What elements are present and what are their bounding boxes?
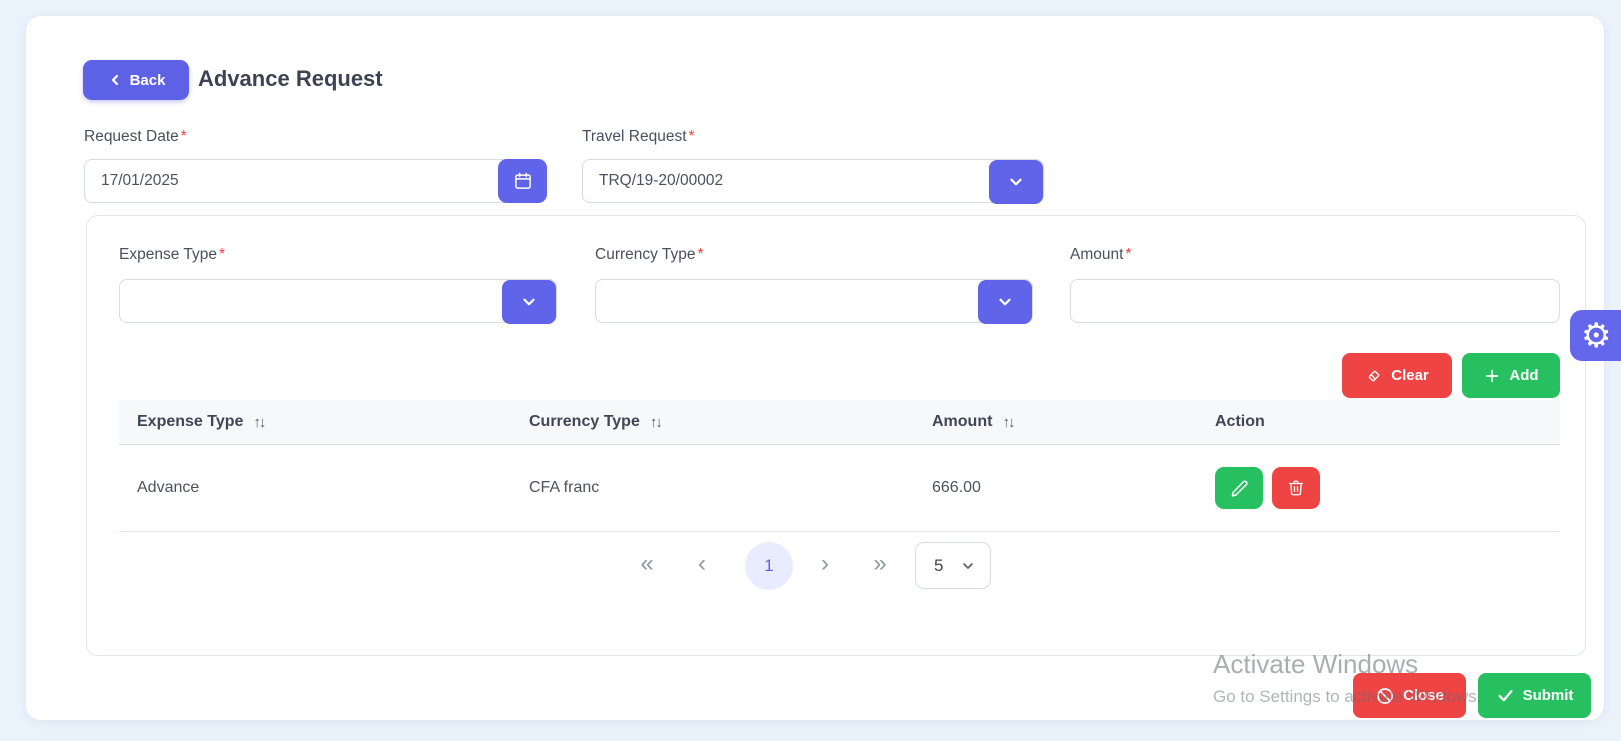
currency-type-select[interactable] bbox=[595, 279, 1033, 323]
travel-request-dropdown-button[interactable] bbox=[989, 160, 1043, 204]
pagination-page-1[interactable]: 1 bbox=[745, 542, 793, 590]
travel-request-select[interactable]: TRQ/19-20/00002 bbox=[582, 159, 1044, 203]
chevron-down-icon bbox=[1007, 173, 1025, 191]
close-button-label: Close bbox=[1403, 687, 1444, 704]
sort-icon[interactable]: ↑↓ bbox=[253, 414, 264, 431]
expense-table: Expense Type ↑↓ Currency Type ↑↓ Amount … bbox=[119, 400, 1560, 532]
main-card: Back Advance Request Request Date* Trave… bbox=[25, 15, 1605, 721]
currency-type-label: Currency Type* bbox=[595, 246, 704, 264]
page-title: Advance Request bbox=[198, 66, 383, 92]
eraser-icon bbox=[1365, 367, 1383, 385]
cell-currency-type: CFA franc bbox=[511, 479, 914, 497]
cell-amount: 666.00 bbox=[914, 479, 1197, 497]
page-size-value: 5 bbox=[934, 556, 943, 576]
pagination-last-button[interactable]: » bbox=[866, 546, 894, 582]
gear-icon: ⚙ bbox=[1581, 319, 1611, 353]
table-header-row: Expense Type ↑↓ Currency Type ↑↓ Amount … bbox=[119, 400, 1560, 445]
calendar-icon bbox=[513, 171, 533, 191]
settings-button[interactable]: ⚙ bbox=[1570, 310, 1621, 361]
plus-icon bbox=[1483, 367, 1501, 385]
expense-type-value bbox=[120, 279, 556, 323]
request-date-input[interactable] bbox=[84, 159, 547, 203]
pagination-prev-button[interactable]: ‹ bbox=[688, 546, 716, 582]
cell-expense-type: Advance bbox=[119, 479, 511, 497]
column-header-action: Action bbox=[1197, 413, 1560, 431]
amount-label: Amount* bbox=[1070, 246, 1131, 264]
column-header-amount[interactable]: Amount ↑↓ bbox=[914, 413, 1197, 431]
back-button-label: Back bbox=[130, 72, 166, 89]
required-asterisk: * bbox=[181, 128, 187, 145]
cell-action bbox=[1197, 467, 1560, 509]
travel-request-value: TRQ/19-20/00002 bbox=[583, 159, 1043, 203]
sort-icon[interactable]: ↑↓ bbox=[1002, 414, 1013, 431]
request-date-group bbox=[84, 159, 547, 203]
check-icon bbox=[1496, 686, 1515, 705]
add-button[interactable]: Add bbox=[1462, 353, 1560, 398]
trash-icon bbox=[1287, 479, 1305, 497]
chevron-down-icon bbox=[996, 293, 1014, 311]
chevron-left-icon bbox=[107, 72, 123, 88]
clear-button-label: Clear bbox=[1391, 367, 1429, 384]
edit-row-button[interactable] bbox=[1215, 467, 1263, 509]
delete-row-button[interactable] bbox=[1272, 467, 1320, 509]
request-date-label: Request Date* bbox=[84, 128, 187, 146]
column-header-currency-type[interactable]: Currency Type ↑↓ bbox=[511, 413, 914, 431]
expense-type-select[interactable] bbox=[119, 279, 557, 323]
currency-type-dropdown-button[interactable] bbox=[978, 280, 1032, 324]
expense-panel: Expense Type* Currency Type* Amount* bbox=[86, 215, 1586, 656]
sort-icon[interactable]: ↑↓ bbox=[650, 414, 661, 431]
calendar-button[interactable] bbox=[498, 159, 547, 203]
clear-button[interactable]: Clear bbox=[1342, 353, 1452, 398]
add-button-label: Add bbox=[1509, 367, 1538, 384]
submit-button[interactable]: Submit bbox=[1478, 673, 1591, 718]
column-header-expense-type[interactable]: Expense Type ↑↓ bbox=[119, 413, 511, 431]
table-row: Advance CFA franc 666.00 bbox=[119, 445, 1560, 532]
back-button[interactable]: Back bbox=[83, 60, 189, 100]
required-asterisk: * bbox=[1125, 246, 1131, 263]
travel-request-label: Travel Request* bbox=[582, 128, 695, 146]
expense-type-dropdown-button[interactable] bbox=[502, 280, 556, 324]
close-button[interactable]: Close bbox=[1353, 673, 1466, 718]
chevron-down-icon bbox=[520, 293, 538, 311]
required-asterisk: * bbox=[219, 246, 225, 263]
chevron-down-icon bbox=[960, 558, 976, 574]
pagination-first-button[interactable]: « bbox=[633, 546, 661, 582]
submit-button-label: Submit bbox=[1523, 687, 1574, 704]
currency-type-value bbox=[596, 279, 1032, 323]
required-asterisk: * bbox=[689, 128, 695, 145]
page-size-select[interactable]: 5 bbox=[915, 542, 991, 589]
pagination-next-button[interactable]: › bbox=[811, 546, 839, 582]
pencil-icon bbox=[1230, 479, 1249, 498]
required-asterisk: * bbox=[698, 246, 704, 263]
expense-type-label: Expense Type* bbox=[119, 246, 225, 264]
amount-input[interactable] bbox=[1070, 279, 1560, 323]
prohibition-icon bbox=[1375, 686, 1395, 706]
